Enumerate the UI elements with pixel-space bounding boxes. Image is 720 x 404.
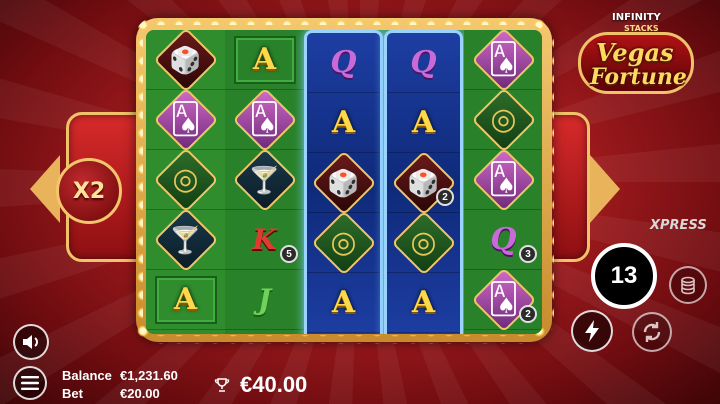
symbol-cards: 🂡 xyxy=(464,146,542,213)
letter-q-icon: Q xyxy=(490,222,517,257)
multiplier-badge: X2 xyxy=(56,158,122,224)
letter-a-icon: A xyxy=(252,42,277,77)
balance-row: Balance €1,231.60 xyxy=(62,367,178,385)
bet-value: €20.00 xyxy=(120,386,160,401)
reel-5: 🂡 ◎ 🂡 Q 3 🂡 2 xyxy=(464,30,542,334)
menu-icon xyxy=(21,376,39,390)
symbol-a: A xyxy=(387,93,460,153)
cards-icon: 🂡 xyxy=(488,282,519,316)
cards-icon: 🂡 xyxy=(488,162,519,196)
right-arrow-decoration xyxy=(590,155,620,223)
roulette-icon: ◎ xyxy=(410,225,437,259)
letter-a-icon: A xyxy=(411,285,436,320)
symbol-roulette: ◎ xyxy=(387,209,460,276)
autoplay-icon xyxy=(643,322,661,342)
symbol-a: A xyxy=(387,273,460,333)
dice-icon: 🎲 xyxy=(169,44,202,75)
symbol-cards: 🂡 xyxy=(225,86,304,153)
sound-button[interactable] xyxy=(13,324,49,360)
symbol-martini: 🍸 xyxy=(225,146,304,213)
reel-2: A 🂡 🍸 K 5 J xyxy=(225,30,304,334)
cards-icon: 🂡 xyxy=(170,102,201,136)
symbol-cards: 🂡 xyxy=(464,30,542,93)
letter-a-icon: A xyxy=(411,105,436,140)
symbol-q: Q xyxy=(307,33,380,93)
symbol-roulette: ◎ xyxy=(464,86,542,153)
symbol-cards: 🂡 2 xyxy=(464,266,542,333)
symbol-martini: 🍸 xyxy=(146,206,225,273)
roulette-icon: ◎ xyxy=(172,162,199,196)
symbol-a: A xyxy=(225,30,304,90)
cards-icon: 🂡 xyxy=(488,42,519,76)
stack-count-badge: 5 xyxy=(280,245,298,263)
logo-stacks-text: STACKS xyxy=(624,24,659,33)
roulette-icon: ◎ xyxy=(490,102,517,136)
spins-remaining: 13 xyxy=(610,262,638,289)
balance-label: Balance xyxy=(62,368,112,383)
reel-grid: 🎲 🂡 ◎ 🍸 A A 🂡 🍸 K 5 J Q A 🎲 ◎ A Q A 🎲 2 ◎ A 🂡 ◎ 🂡 Q 3 🂡 2 xyxy=(146,30,542,334)
symbol-dice: 🎲 xyxy=(307,149,380,216)
symbol-a: A xyxy=(307,93,380,153)
symbol-q: Q xyxy=(387,33,460,93)
reel-1: 🎲 🂡 ◎ 🍸 A xyxy=(146,30,225,334)
stack-count-badge: 2 xyxy=(519,305,537,323)
symbol-frame: A xyxy=(233,35,296,84)
speaker-icon xyxy=(23,335,38,349)
stack-count-badge: 3 xyxy=(519,245,537,263)
win-panel: €40.00 xyxy=(214,372,307,398)
win-amount: €40.00 xyxy=(240,372,308,397)
trophy-icon xyxy=(214,378,230,392)
symbol-j: J xyxy=(225,270,304,330)
bet-label: Bet xyxy=(62,386,83,401)
roulette-icon: ◎ xyxy=(330,225,357,259)
letter-j-icon: J xyxy=(257,283,272,316)
dice-icon: 🎲 xyxy=(407,167,440,198)
symbol-a: A xyxy=(146,270,225,330)
symbol-q: Q3 xyxy=(464,210,542,270)
letter-a-icon: A xyxy=(331,285,356,320)
bet-button[interactable] xyxy=(669,266,707,304)
menu-button[interactable] xyxy=(13,366,47,400)
letter-q-icon: Q xyxy=(410,45,437,80)
martini-icon: 🍸 xyxy=(248,164,281,195)
turbo-button[interactable] xyxy=(571,310,613,352)
cards-icon: 🂡 xyxy=(249,102,280,136)
symbol-dice: 🎲 2 xyxy=(387,149,460,216)
symbol-roulette: ◎ xyxy=(307,209,380,276)
balance-value: €1,231.60 xyxy=(120,368,178,383)
coin-stack-icon xyxy=(681,276,695,295)
symbol-dice: 🎲 xyxy=(146,30,225,93)
balance-panel: Balance €1,231.60 Bet €20.00 xyxy=(62,367,178,403)
autoplay-button[interactable] xyxy=(632,312,672,352)
stack-count-badge: 2 xyxy=(436,188,454,206)
letter-k-icon: K xyxy=(252,223,277,256)
spin-button[interactable]: 13 xyxy=(591,243,657,309)
symbol-k: K5 xyxy=(225,210,304,270)
reel-4: Q A 🎲 2 ◎ A xyxy=(384,30,463,334)
letter-a-icon: A xyxy=(173,282,198,317)
symbol-frame: A xyxy=(154,275,217,324)
symbol-roulette: ◎ xyxy=(146,146,225,213)
martini-icon: 🍸 xyxy=(169,224,202,255)
logo-fortune-text: Fortune xyxy=(590,64,687,90)
logo-infinity-text: INFINITY xyxy=(612,12,661,23)
xpress-button[interactable]: XPRESS xyxy=(650,218,707,233)
game-logo: INFINITY STACKS Vegas Fortune xyxy=(572,8,700,100)
reel-3: Q A 🎲 ◎ A xyxy=(304,30,383,334)
symbol-a: A xyxy=(307,273,380,333)
lightning-icon xyxy=(585,320,599,342)
logo-vegas-text: Vegas xyxy=(596,38,674,67)
bet-row: Bet €20.00 xyxy=(62,385,178,403)
dice-icon: 🎲 xyxy=(327,167,360,198)
letter-q-icon: Q xyxy=(330,45,357,80)
symbol-cards: 🂡 xyxy=(146,86,225,153)
xpress-label: XPRESS xyxy=(650,218,707,233)
letter-a-icon: A xyxy=(331,105,356,140)
